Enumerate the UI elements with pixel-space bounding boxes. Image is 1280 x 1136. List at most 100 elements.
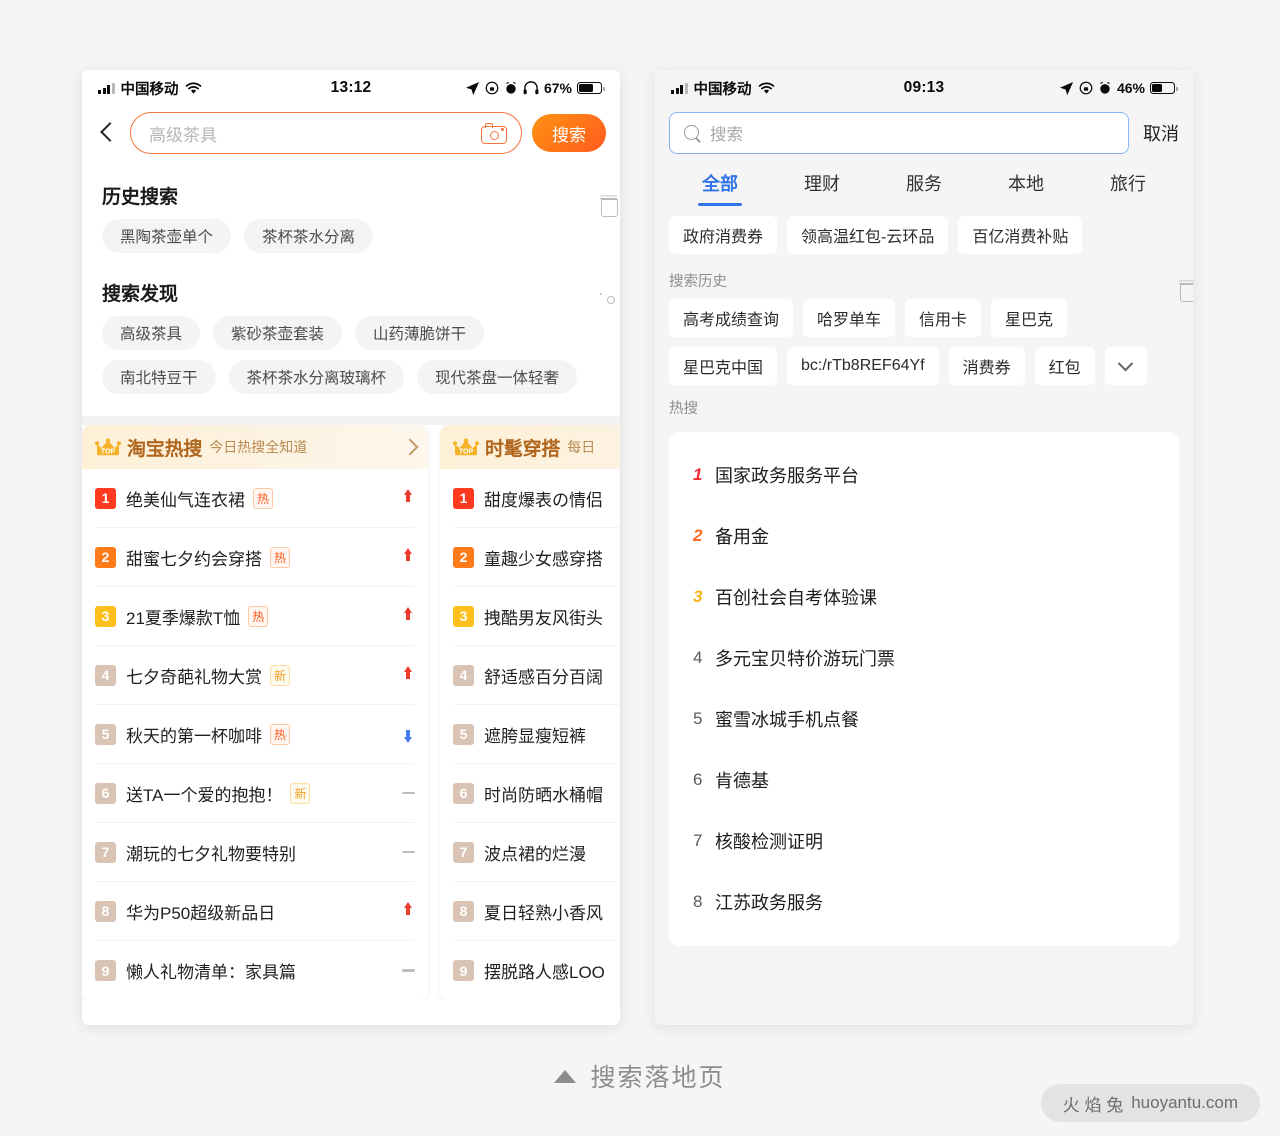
hot-list-item[interactable]: 6 送TA一个爱的抱抱！ 新 — [95, 764, 415, 823]
hot-card-header[interactable]: TOP 时髦穿搭 每日 — [440, 425, 620, 469]
hot-item-label: 江苏政务服务 — [715, 892, 823, 913]
hot-list-item[interactable]: 1 甜度爆表の情侣 — [453, 469, 620, 528]
back-chevron-icon[interactable] — [94, 118, 120, 148]
right-status-bar: 中国移动 09:13 46% — [655, 70, 1193, 106]
discover-chip[interactable]: 现代茶盘一体轻奢 — [417, 360, 578, 394]
hot-list-item[interactable]: 2 甜蜜七夕约会穿搭热 — [95, 528, 415, 587]
hot-list-item[interactable]: 8 江苏政务服务 — [669, 871, 1179, 932]
hot-list-item[interactable]: 6 时尚防晒水桶帽 — [453, 764, 620, 823]
left-history-section: 历史搜索 黑陶茶壶单个 茶杯茶水分离 搜索发现 高级茶具 紫砂茶壶套装 山药薄脆… — [82, 168, 620, 398]
hot-list-item[interactable]: 7 潮玩的七夕礼物要特别 — [95, 823, 415, 882]
history-chip[interactable]: 哈罗单车 — [803, 299, 896, 337]
hot-list-item[interactable]: 7 波点裙的烂漫 — [453, 823, 620, 882]
hot-list-item[interactable]: 7 核酸检测证明 — [669, 810, 1179, 871]
discover-chip[interactable]: 南北特豆干 — [102, 360, 216, 394]
item-tag: 热 — [248, 605, 269, 627]
hot-item-label: 潮玩的七夕礼物要特别 — [126, 844, 296, 864]
search-input-placeholder: 高级茶具 — [149, 125, 217, 145]
promo-chip[interactable]: 政府消费券 — [669, 216, 778, 254]
hot-item-label: 华为P50超级新品日 — [126, 903, 276, 923]
hot-item-label: 绝美仙气连衣裙 — [126, 490, 245, 510]
hot-list-item[interactable]: 4 多元宝贝特价游玩门票 — [669, 627, 1179, 688]
history-chip[interactable]: 消费券 — [948, 347, 1025, 385]
hot-card: TOP 时髦穿搭 每日 1 甜度爆表の情侣 2 童趣少女感穿搭 3 拽酷男友风街… — [440, 425, 620, 1000]
hot-list-item[interactable]: 2 备用金 — [669, 505, 1179, 566]
history-chip[interactable]: 高考成绩查询 — [669, 299, 794, 337]
hot-item-label: 备用金 — [715, 526, 769, 547]
hot-item-label: 肯德基 — [715, 770, 769, 791]
item-tag: 热 — [253, 487, 274, 509]
hot-list-item[interactable]: 9 摆脱路人感LOO — [453, 941, 620, 1000]
hot-list-item[interactable]: 5 蜜雪冰城手机点餐 — [669, 688, 1179, 749]
tab-1[interactable]: 理财 — [771, 170, 873, 206]
hot-list-item[interactable]: 8 华为P50超级新品日 — [95, 882, 415, 941]
discover-chip[interactable]: 山药薄脆饼干 — [355, 316, 485, 350]
hot-item-label: 百创社会自考体验课 — [715, 587, 877, 608]
item-tag: 热 — [270, 546, 291, 568]
history-chip[interactable]: 红包 — [1034, 347, 1095, 385]
discover-title: 搜索发现 — [102, 284, 179, 305]
crown-top-icon: TOP — [453, 437, 479, 457]
hot-item-label: 时尚防晒水桶帽 — [484, 785, 603, 805]
history-chip[interactable]: 星巴克中国 — [669, 347, 778, 385]
camera-icon[interactable] — [481, 122, 507, 144]
hot-card-header[interactable]: TOP 淘宝热搜 今日热搜全知道 — [82, 425, 428, 469]
hot-search-card: 1 国家政务服务平台 2 备用金 3 百创社会自考体验课 4 多元宝贝特价游玩门票 5 … — [669, 432, 1179, 946]
history-chip[interactable]: 黑陶茶壶单个 — [102, 219, 232, 253]
hot-item-label: 遮胯显瘦短裤 — [484, 726, 586, 746]
rank-number: 4 — [693, 647, 703, 667]
search-button[interactable]: 搜索 — [532, 114, 606, 152]
hot-list-item[interactable]: 2 童趣少女感穿搭 — [453, 528, 620, 587]
chevron-right-icon[interactable] — [401, 438, 419, 456]
discover-chip[interactable]: 紫砂茶壶套装 — [213, 316, 343, 350]
hot-list-item[interactable]: 5 遮胯显瘦短裤 — [453, 705, 620, 764]
hot-list-item[interactable]: 8 夏日轻熟小香风 — [453, 882, 620, 941]
tab-0[interactable]: 全部 — [669, 170, 771, 206]
cancel-button[interactable]: 取消 — [1143, 120, 1179, 146]
watermark-cn: 火 焰 兔 — [1062, 1095, 1124, 1115]
expand-history-button[interactable] — [1104, 347, 1147, 385]
tab-2[interactable]: 服务 — [873, 170, 975, 206]
rank-badge: 4 — [95, 664, 116, 686]
rank-badge: 9 — [95, 960, 116, 981]
promo-chip[interactable]: 领高温红包-云环品 — [787, 216, 949, 254]
history-chip[interactable]: bc:/rTb8REF64Yf — [787, 347, 939, 385]
rank-badge: 3 — [95, 605, 116, 627]
search-input-placeholder: 搜索 — [710, 126, 743, 144]
history-chip-list: 黑陶茶壶单个 茶杯茶水分离 — [102, 219, 600, 257]
hot-list-item[interactable]: 5 秋天的第一杯咖啡热 — [95, 705, 415, 764]
rank-badge: 9 — [453, 960, 474, 981]
right-search-row: 搜索 取消 — [669, 108, 1179, 164]
hot-list-item[interactable]: 4 舒适感百分百阔 — [453, 646, 620, 705]
hot-item-label: 摆脱路人感LOO — [484, 963, 605, 982]
hot-card-list: 1 甜度爆表の情侣 2 童趣少女感穿搭 3 拽酷男友风街头 4 舒适感百分百阔 … — [440, 469, 620, 1000]
history-chip[interactable]: 茶杯茶水分离 — [244, 219, 374, 253]
search-input[interactable]: 高级茶具 — [130, 112, 522, 154]
hot-list-item[interactable]: 9 懒人礼物清单：家具篇 — [95, 941, 415, 1000]
tab-3[interactable]: 本地 — [975, 170, 1077, 206]
promo-chip[interactable]: 百亿消费补贴 — [958, 216, 1083, 254]
tab-4[interactable]: 旅行 — [1077, 170, 1179, 206]
right-phone-mockup: 中国移动 09:13 46% 搜索 取消 全部 理财 服务 本地 旅行 政府消费… — [655, 70, 1193, 1025]
hot-list-item[interactable]: 6 肯德基 — [669, 749, 1179, 810]
hot-item-label: 蜜雪冰城手机点餐 — [715, 709, 859, 730]
history-chip[interactable]: 星巴克 — [991, 299, 1068, 337]
hot-list-item[interactable]: 1 国家政务服务平台 — [669, 444, 1179, 505]
hot-list-item[interactable]: 4 七夕奇葩礼物大赏新 — [95, 646, 415, 705]
location-arrow-icon — [465, 81, 480, 95]
hot-title: 热搜 — [669, 401, 698, 417]
discover-chip[interactable]: 高级茶具 — [102, 316, 201, 350]
hot-list-item[interactable]: 1 绝美仙气连衣裙热 — [95, 469, 415, 528]
rank-number: 3 — [693, 586, 703, 606]
hot-item-label: 送TA一个爱的抱抱！ — [126, 785, 283, 805]
history-chip[interactable]: 信用卡 — [905, 299, 982, 337]
discover-chip[interactable]: 茶杯茶水分离玻璃杯 — [228, 360, 405, 394]
search-input[interactable]: 搜索 — [669, 112, 1129, 154]
headphones-icon — [523, 81, 539, 95]
hot-list-item[interactable]: 3 21夏季爆款T恤热 — [95, 587, 415, 646]
hot-list-item[interactable]: 3 百创社会自考体验课 — [669, 566, 1179, 627]
history-title: 历史搜索 — [102, 187, 179, 208]
magnifier-icon — [684, 124, 701, 142]
hot-list-item[interactable]: 3 拽酷男友风街头 — [453, 587, 620, 646]
hot-cards-row: TOP 淘宝热搜 今日热搜全知道 1 绝美仙气连衣裙热 2 甜蜜七夕约会穿搭热 … — [82, 425, 620, 1000]
